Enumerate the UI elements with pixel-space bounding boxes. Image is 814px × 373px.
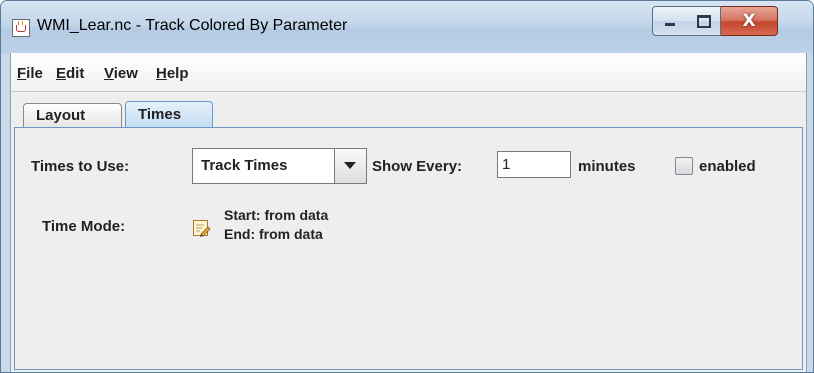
times-panel: Times to Use: Track Times Show Every: mi… xyxy=(14,127,803,370)
menu-file[interactable]: File xyxy=(17,65,43,82)
times-to-use-value: Track Times xyxy=(201,157,288,174)
enabled-label[interactable]: enabled xyxy=(699,158,756,175)
show-every-label: Show Every: xyxy=(372,158,463,175)
menu-help[interactable]: Help xyxy=(156,65,189,82)
java-cup-icon xyxy=(12,19,30,37)
time-mode-end: End: from data xyxy=(224,226,323,242)
menu-bar: File Edit View Help xyxy=(11,53,806,92)
maximize-button[interactable] xyxy=(686,6,721,36)
show-every-input[interactable] xyxy=(497,151,571,178)
application-window: WMI_Lear.nc - Track Colored By Parameter… xyxy=(0,0,814,373)
edit-icon[interactable] xyxy=(192,219,211,238)
enabled-checkbox[interactable] xyxy=(675,157,693,175)
menu-edit[interactable]: Edit xyxy=(56,65,84,82)
time-mode-start: Start: from data xyxy=(224,207,329,223)
tab-times[interactable]: Times xyxy=(125,101,213,128)
minutes-label: minutes xyxy=(578,158,636,175)
close-button[interactable]: X xyxy=(721,6,778,36)
time-mode-label: Time Mode: xyxy=(42,218,126,235)
maximize-icon xyxy=(697,15,711,28)
tab-layout[interactable]: Layout xyxy=(23,103,122,128)
menu-view[interactable]: View xyxy=(104,65,138,82)
window-content: File Edit View Help Layout Times Times t… xyxy=(10,53,807,372)
close-icon: X xyxy=(742,11,756,31)
window-title: WMI_Lear.nc - Track Colored By Parameter xyxy=(37,17,348,34)
chevron-down-icon[interactable] xyxy=(334,149,366,183)
minimize-icon xyxy=(665,23,675,26)
times-to-use-label: Times to Use: xyxy=(31,158,130,175)
java-cup xyxy=(16,25,26,32)
times-to-use-dropdown[interactable]: Track Times xyxy=(192,148,367,184)
minimize-button[interactable] xyxy=(652,6,688,36)
title-bar[interactable]: WMI_Lear.nc - Track Colored By Parameter… xyxy=(1,1,813,53)
